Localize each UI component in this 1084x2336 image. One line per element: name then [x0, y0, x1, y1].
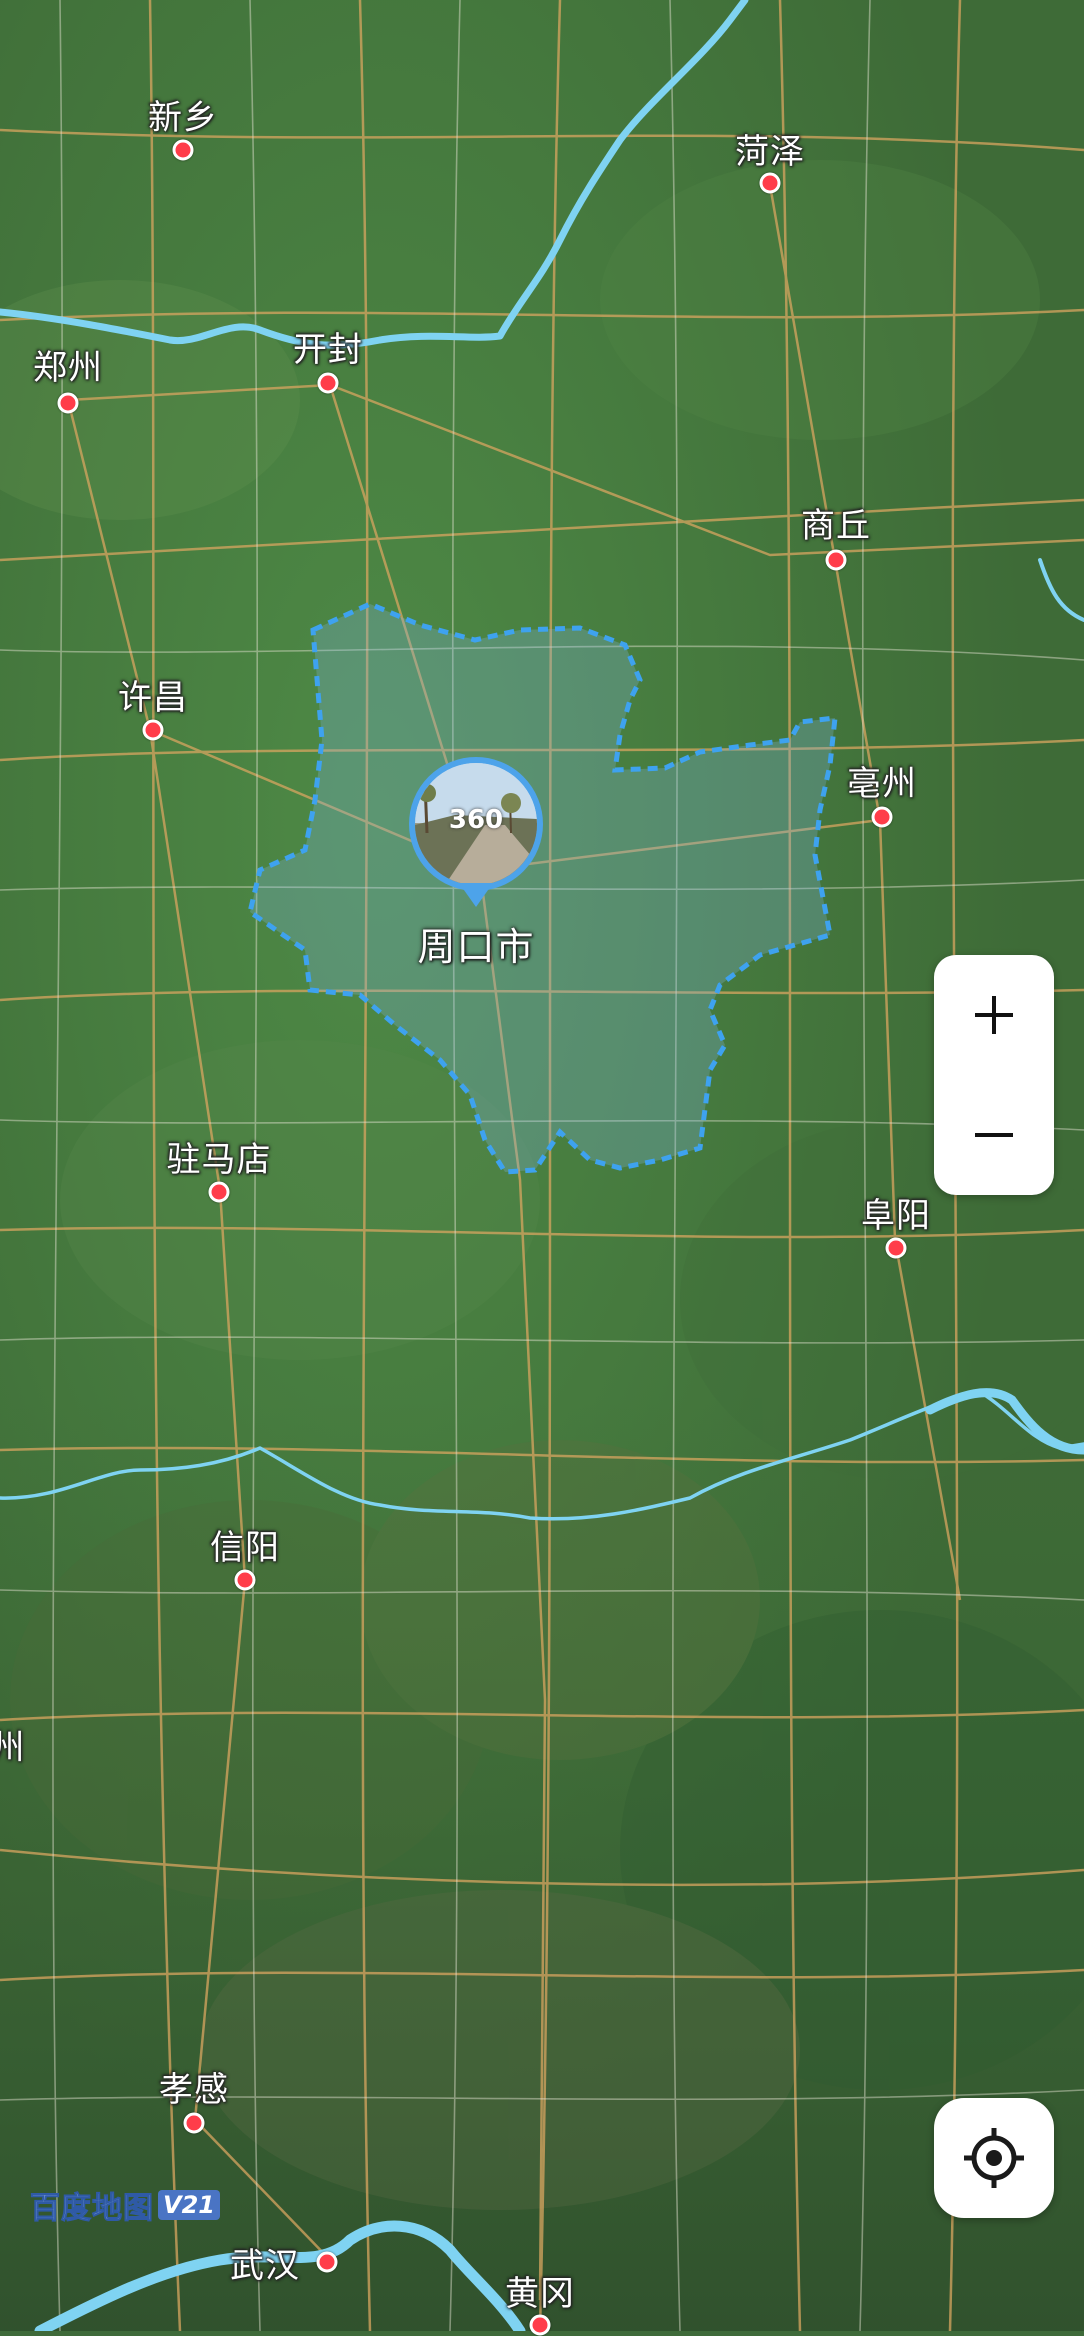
city-dot[interactable] [529, 2314, 551, 2336]
city-label[interactable]: 新乡 [148, 90, 218, 139]
plus-icon [975, 996, 1013, 1034]
city-dot[interactable] [825, 549, 847, 571]
zoom-in-button[interactable] [934, 955, 1054, 1075]
city-dot[interactable] [208, 1181, 230, 1203]
city-label[interactable]: 许昌 [118, 670, 188, 719]
panorama-thumbnail[interactable]: 360 [409, 757, 543, 891]
city-label[interactable]: 武汉 [230, 2238, 300, 2287]
city-label[interactable]: 黄冈 [505, 2266, 575, 2315]
marker-pointer [459, 883, 493, 907]
city-label[interactable]: 郑州 [33, 340, 103, 389]
map-surface[interactable] [0, 0, 1084, 2331]
city-label[interactable]: 驻马店 [167, 1132, 272, 1181]
city-label[interactable]: 商丘 [801, 498, 871, 547]
panorama-marker[interactable]: 360 [409, 757, 543, 917]
map-provider-logo: 百度地图 V21 [30, 2183, 220, 2227]
map-provider-version: V21 [158, 2190, 220, 2220]
city-dot[interactable] [316, 2251, 338, 2273]
city-dot[interactable] [871, 806, 893, 828]
highlighted-region-label[interactable]: 周口市 [417, 916, 534, 971]
minus-icon [975, 1133, 1013, 1137]
zoom-controls [934, 955, 1054, 1195]
city-dot[interactable] [885, 1237, 907, 1259]
locate-crosshair-icon [964, 2128, 1024, 2188]
city-dot[interactable] [172, 139, 194, 161]
city-dot[interactable] [234, 1569, 256, 1591]
edge-city-label-partial: 州 [0, 1728, 26, 1768]
city-label[interactable]: 信阳 [210, 1520, 280, 1569]
map-provider-name: 百度地图 [30, 2191, 154, 2227]
city-label[interactable]: 开封 [293, 322, 363, 371]
city-dot[interactable] [57, 392, 79, 414]
city-label[interactable]: 孝感 [159, 2062, 229, 2111]
city-dot[interactable] [759, 172, 781, 194]
locate-me-button[interactable] [934, 2098, 1054, 2218]
panorama-360-badge: 360 [448, 805, 504, 835]
city-label[interactable]: 亳州 [847, 756, 917, 805]
zoom-out-button[interactable] [934, 1075, 1054, 1195]
city-dot[interactable] [142, 719, 164, 741]
city-label[interactable]: 阜阳 [861, 1188, 931, 1237]
city-dot[interactable] [317, 372, 339, 394]
city-label[interactable]: 菏泽 [735, 124, 805, 173]
city-dot[interactable] [183, 2112, 205, 2134]
